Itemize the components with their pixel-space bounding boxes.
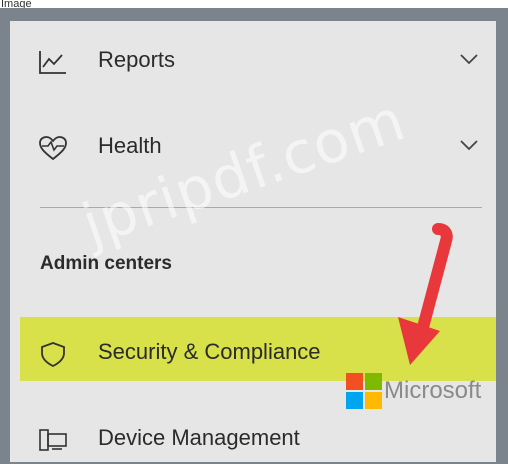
chevron-down-icon[interactable] [458,51,480,67]
microsoft-brand-text: Microsoft [384,377,482,404]
nav-label-reports: Reports [98,47,176,72]
nav-item-device-management[interactable]: Device Management [10,409,496,462]
line-chart-icon [39,51,66,74]
microsoft-logo-icon [346,373,382,409]
screenshot-frame: Reports Health Admin centers Security & … [0,8,508,464]
shield-icon [41,342,65,367]
device-icon [39,429,67,451]
heart-pulse-icon [39,136,67,161]
nav-label-device-management: Device Management [98,425,300,450]
chevron-down-icon[interactable] [458,137,480,153]
nav-label-health: Health [98,133,162,158]
section-title-admin-centers: Admin centers [40,253,172,274]
red-arrow-icon [398,223,453,365]
nav-panel: Reports Health Admin centers Security & … [10,21,496,462]
nav-label-security-compliance: Security & Compliance [98,339,321,364]
nav-item-reports[interactable]: Reports [10,31,496,91]
